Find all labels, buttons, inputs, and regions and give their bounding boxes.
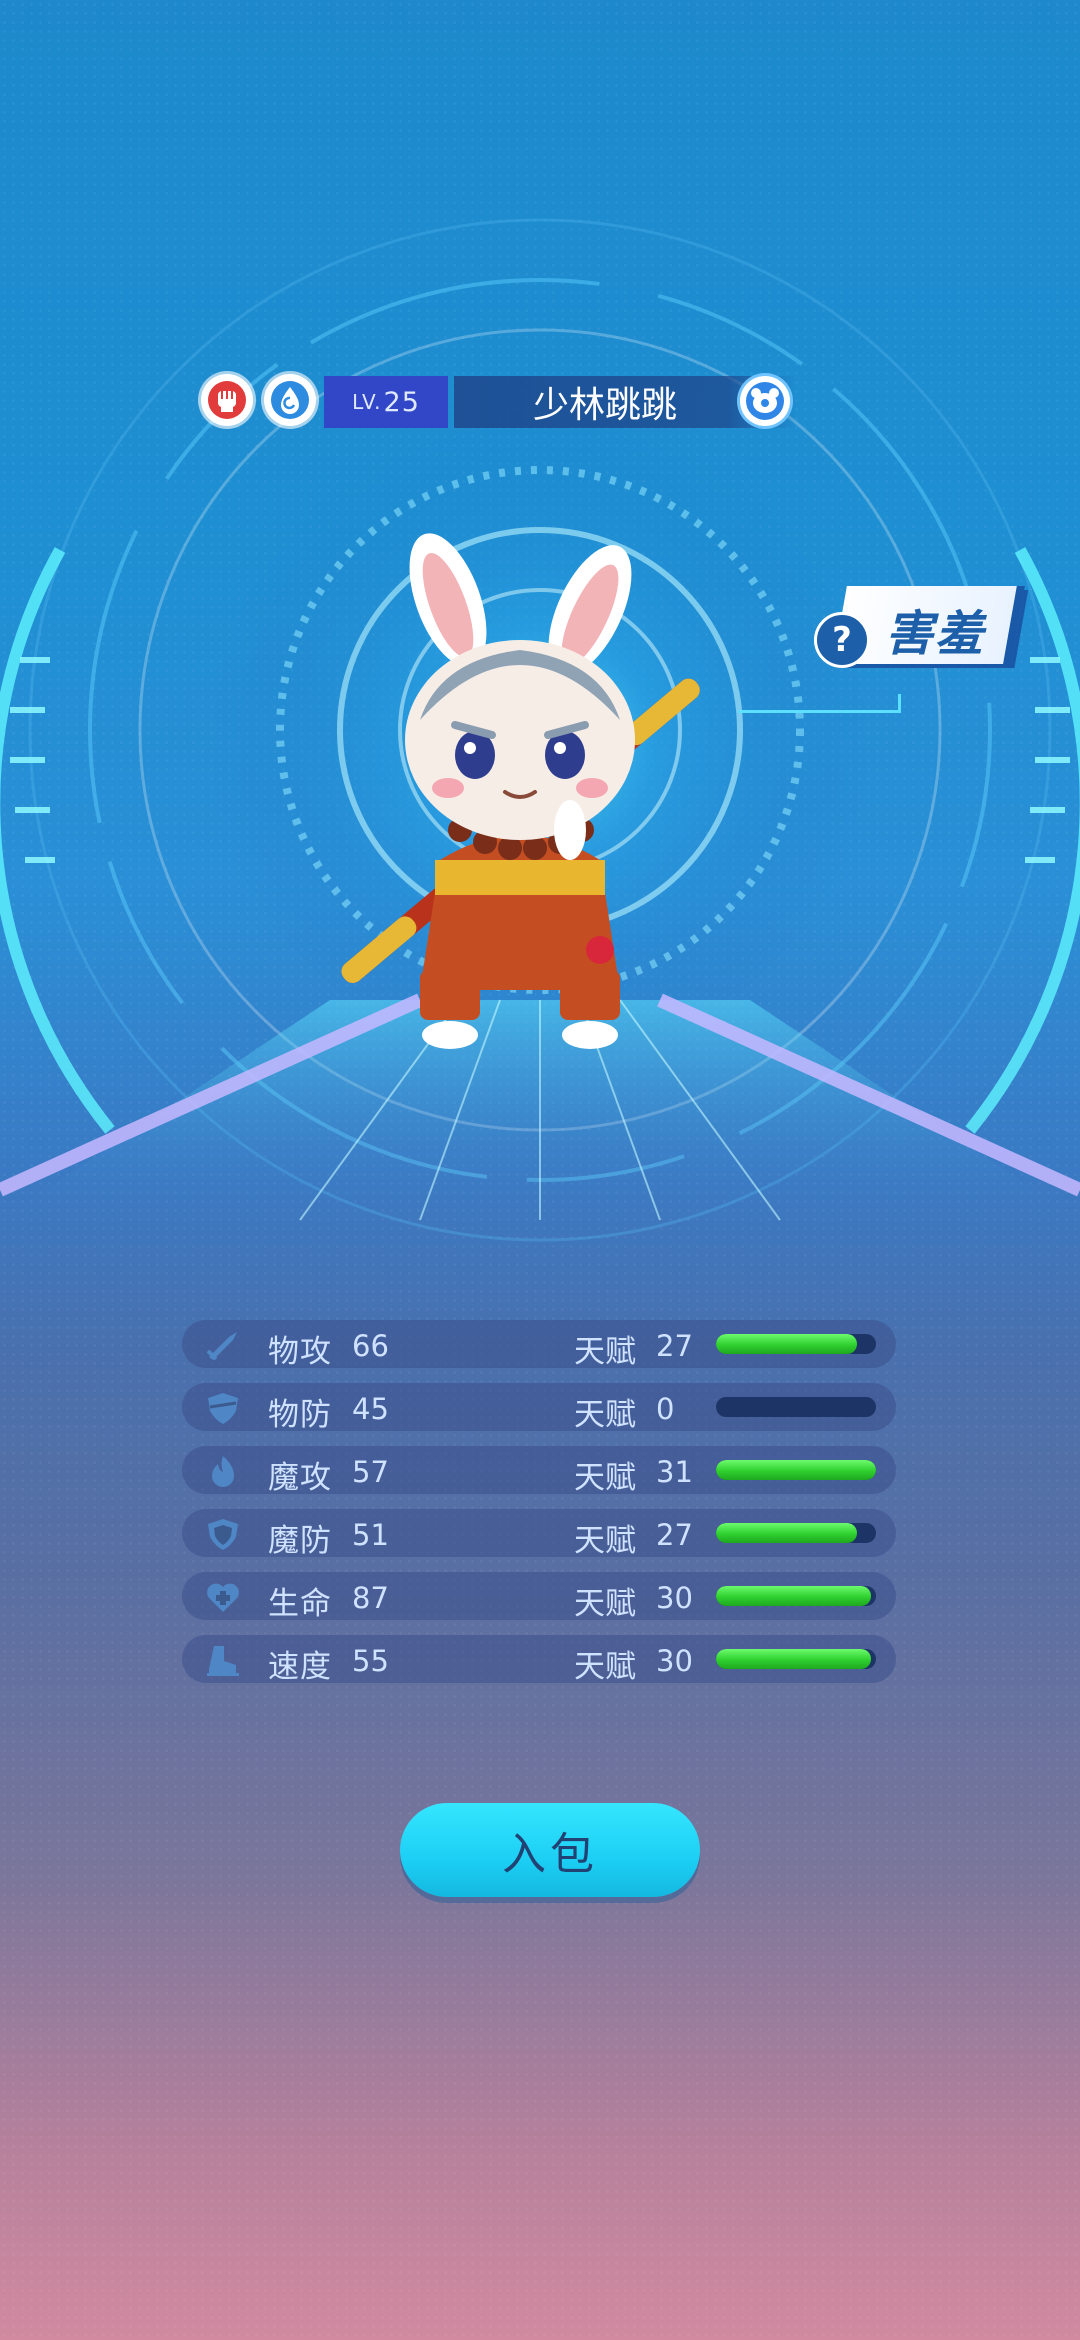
stat-row-physical-defense: 物防 45 天赋 0 xyxy=(182,1383,896,1433)
stat-label: 物攻 xyxy=(268,1334,332,1370)
stat-value: 87 xyxy=(352,1581,389,1615)
talent-bar xyxy=(716,1586,876,1606)
stat-label: 生命 xyxy=(268,1586,332,1622)
stat-value: 57 xyxy=(352,1455,389,1489)
talent-label: 天赋 xyxy=(574,1334,636,1370)
talent-value: 31 xyxy=(656,1455,693,1489)
talent-bar-fill xyxy=(716,1334,857,1354)
stat-row-magic-defense: 魔防 51 天赋 27 xyxy=(182,1509,896,1559)
stat-label: 速度 xyxy=(268,1649,332,1685)
stat-row-health: 生命 87 天赋 30 xyxy=(182,1572,896,1622)
talent-label: 天赋 xyxy=(574,1586,636,1622)
stat-value: 55 xyxy=(352,1644,389,1678)
talent-bar-fill xyxy=(716,1523,857,1543)
talent-bar xyxy=(716,1649,876,1669)
talent-value: 30 xyxy=(656,1644,693,1678)
pet-name-text: 少林跳跳 xyxy=(532,385,677,426)
fist-icon[interactable] xyxy=(201,374,253,426)
level-prefix: LV. xyxy=(352,390,382,414)
flame-icon xyxy=(212,1456,234,1487)
sword-icon xyxy=(206,1332,237,1361)
bear-face-icon[interactable] xyxy=(740,376,790,426)
water-icon[interactable] xyxy=(264,374,316,426)
stat-label: 魔防 xyxy=(268,1523,332,1559)
question-icon[interactable]: ? xyxy=(814,612,870,668)
talent-bar-fill xyxy=(716,1649,872,1669)
talent-bar-fill xyxy=(716,1460,876,1480)
talent-value: 27 xyxy=(656,1329,693,1363)
talent-label: 天赋 xyxy=(574,1649,636,1685)
talent-bar-fill xyxy=(716,1586,872,1606)
talent-label: 天赋 xyxy=(574,1523,636,1559)
talent-bar xyxy=(716,1334,876,1354)
trait-connector-vertical xyxy=(898,694,901,713)
magic-shield-icon xyxy=(208,1519,238,1550)
stat-label: 物防 xyxy=(268,1397,332,1433)
stat-row-magic-attack: 魔攻 57 天赋 31 xyxy=(182,1446,896,1496)
boot-icon xyxy=(207,1646,239,1676)
talent-label: 天赋 xyxy=(574,1397,636,1433)
shield-icon xyxy=(208,1393,238,1424)
pet-header: LV. 25 少林跳跳 xyxy=(200,372,800,432)
stat-value: 51 xyxy=(352,1518,389,1552)
stat-row-physical-attack: 物攻 66 天赋 27 xyxy=(182,1320,896,1370)
add-to-bag-button[interactable]: 入包 xyxy=(400,1803,700,1897)
talent-label: 天赋 xyxy=(574,1460,636,1496)
trait-connector xyxy=(738,710,898,713)
stat-label: 魔攻 xyxy=(268,1460,332,1496)
level-badge: LV. 25 xyxy=(324,376,448,428)
talent-value: 30 xyxy=(656,1581,693,1615)
stat-row-speed: 速度 55 天赋 30 xyxy=(182,1635,896,1685)
stats-panel: 物攻 66 天赋 27 物防 45 天赋 0 魔攻 57 天赋 31 魔防 51 xyxy=(182,1320,896,1698)
talent-bar xyxy=(716,1523,876,1543)
trait-tag[interactable]: ? 害羞 xyxy=(810,582,1025,672)
pet-character-illustration[interactable] xyxy=(320,530,720,1060)
stat-value: 45 xyxy=(352,1392,389,1426)
trait-text: 害羞 xyxy=(884,606,985,662)
talent-bar xyxy=(716,1397,876,1417)
stat-value: 66 xyxy=(352,1329,389,1363)
level-value: 25 xyxy=(383,386,420,418)
talent-value: 27 xyxy=(656,1518,693,1552)
heart-plus-icon xyxy=(207,1583,239,1612)
talent-value: 0 xyxy=(656,1392,675,1426)
talent-bar xyxy=(716,1460,876,1480)
